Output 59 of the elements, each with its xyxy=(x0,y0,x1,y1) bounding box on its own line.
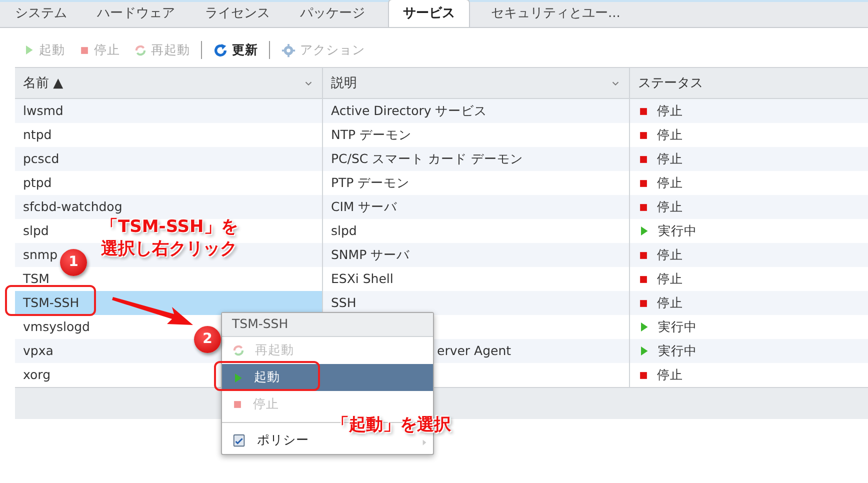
refresh-icon xyxy=(134,44,147,56)
table-cell[interactable]: TSM xyxy=(23,270,50,288)
table-cell[interactable]: xorg xyxy=(23,366,51,384)
refresh-icon xyxy=(213,42,228,58)
table-cell[interactable]: ptpd xyxy=(23,174,52,192)
selection-highlight[interactable]: TSM-SSH xyxy=(15,291,323,315)
status-text: 停止 xyxy=(657,198,683,216)
toolbar-button[interactable]: 更新 xyxy=(206,40,265,60)
status-text: 停止 xyxy=(657,102,683,120)
callout-text: 「起動」を選択 xyxy=(332,414,451,436)
table-cell[interactable]: vpxa xyxy=(23,342,54,360)
tab[interactable]: ライセンス xyxy=(190,0,285,27)
table-cell-text: erver Agent xyxy=(437,342,512,360)
table-cell[interactable]: lwsmd xyxy=(23,102,64,120)
table-cell-text: slpd xyxy=(331,222,357,240)
status-text: 実行中 xyxy=(658,318,697,336)
tab[interactable]: サービス xyxy=(388,0,470,27)
callout-text: 「TSM-SSH」を xyxy=(101,216,238,238)
status-text: 停止 xyxy=(657,174,683,192)
table-cell-text: SNMP サーバ xyxy=(331,246,410,264)
table-cell[interactable]: vmsyslogd xyxy=(23,318,90,336)
table-cell-text: ESXi Shell xyxy=(331,270,394,288)
table-cell-text: NTP デーモン xyxy=(331,126,412,144)
status-text: 停止 xyxy=(657,270,683,288)
table-cell-text: PTP デーモン xyxy=(331,174,410,192)
step-number: 2 xyxy=(194,326,221,353)
table-cell[interactable]: slpd xyxy=(23,222,49,240)
document-check-icon xyxy=(232,433,247,448)
table-cell-text: CIM サーバ xyxy=(331,198,398,216)
status-text: 停止 xyxy=(657,126,683,144)
stop-icon xyxy=(232,399,243,410)
table-cell[interactable]: sfcbd-watchdog xyxy=(23,198,122,216)
status-text: 停止 xyxy=(657,294,683,312)
table-cell[interactable]: snmp xyxy=(23,246,58,264)
refresh-icon xyxy=(232,344,245,357)
tab[interactable]: パッケージ xyxy=(285,0,380,27)
table-cell-text: PC/SC スマート カード デーモン xyxy=(331,150,524,168)
status-text: 実行中 xyxy=(658,342,697,360)
stop-icon xyxy=(79,44,90,56)
status-text: 停止 xyxy=(657,246,683,264)
status-text: 停止 xyxy=(657,150,683,168)
menu-item[interactable]: 起動 xyxy=(222,364,433,391)
play-icon xyxy=(232,372,244,384)
table-cell-text: Active Directory サービス xyxy=(331,102,488,120)
table-cell[interactable]: pcscd xyxy=(23,150,60,168)
table-cell[interactable]: TSM-SSH xyxy=(23,294,80,312)
play-icon xyxy=(23,44,35,56)
menu-title: TSM-SSH xyxy=(222,313,433,337)
callout-text: 選択し右クリック xyxy=(101,238,237,260)
tab[interactable]: セキュリティとユー... xyxy=(476,0,636,27)
table-cell-text: SSH xyxy=(331,294,356,312)
column-header[interactable]: ステータス xyxy=(630,68,868,99)
status-text: 停止 xyxy=(657,366,683,384)
table-cell[interactable]: ntpd xyxy=(23,126,52,144)
tab[interactable]: ハードウェア xyxy=(82,0,190,27)
menu-item[interactable]: ポリシー xyxy=(222,427,315,454)
tab[interactable]: システム xyxy=(0,0,82,27)
gear-icon xyxy=(281,42,296,58)
status-text: 実行中 xyxy=(658,222,697,240)
